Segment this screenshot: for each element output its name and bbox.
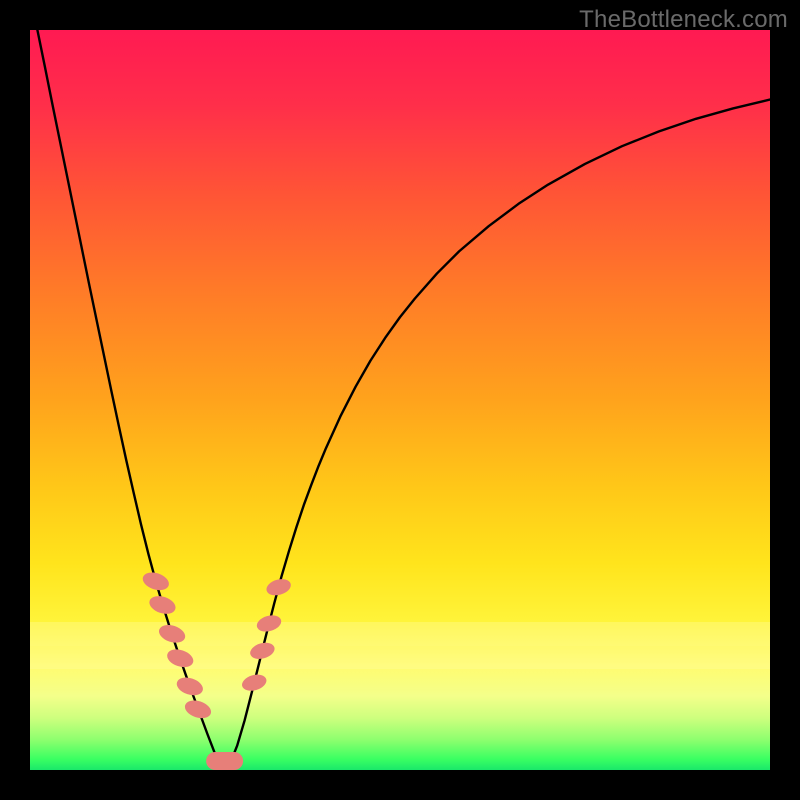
bead-right-1 bbox=[248, 640, 276, 662]
bead-right-3 bbox=[265, 576, 293, 598]
bead-left-0 bbox=[140, 569, 171, 593]
curve-layer bbox=[30, 30, 770, 770]
bead-left-3 bbox=[165, 646, 196, 670]
chart-outer-frame: TheBottleneck.com bbox=[0, 0, 800, 800]
bead-left-4 bbox=[174, 674, 205, 698]
bead-right-0 bbox=[240, 672, 268, 694]
bead-right-2 bbox=[255, 613, 283, 635]
bead-left-5 bbox=[183, 697, 214, 721]
bottom-blob bbox=[206, 752, 243, 770]
plot-area bbox=[30, 30, 770, 770]
bottom-blob-group bbox=[206, 752, 243, 770]
bead-left-1 bbox=[147, 593, 178, 617]
bottleneck-curve bbox=[30, 30, 770, 767]
bead-left-2 bbox=[157, 622, 188, 646]
